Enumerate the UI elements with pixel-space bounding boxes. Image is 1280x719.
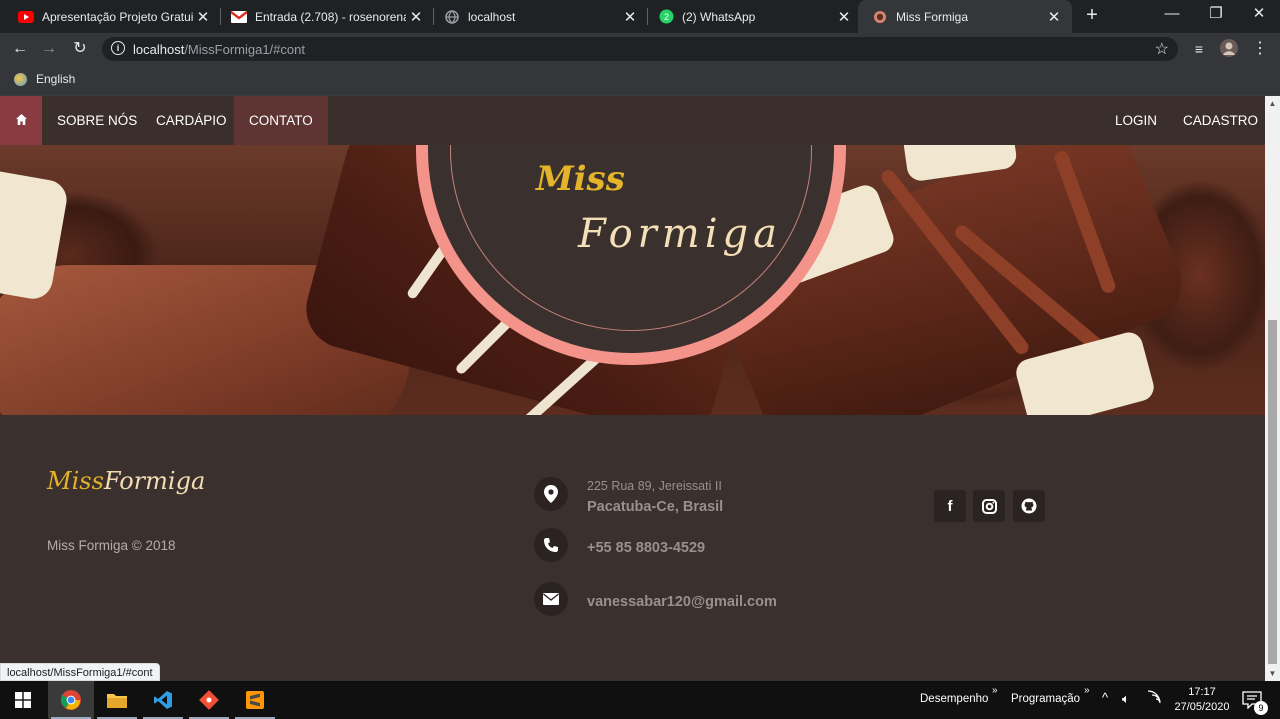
tab-youtube[interactable]: Apresentação Projeto Gratuito ✕ xyxy=(0,0,221,33)
tray-label-programacao[interactable]: Programação xyxy=(1011,693,1080,705)
instagram-icon[interactable] xyxy=(973,490,1005,522)
site-navbar: SOBRE NÓS CARDÁPIO CONTATO LOGIN CADASTR… xyxy=(0,96,1265,145)
close-tab-icon[interactable]: ✕ xyxy=(193,8,213,26)
back-button[interactable]: ← xyxy=(9,38,31,60)
home-icon[interactable] xyxy=(0,96,42,145)
vscode-icon[interactable] xyxy=(140,681,186,719)
info-icon[interactable]: i xyxy=(111,41,125,55)
close-tab-icon[interactable]: ✕ xyxy=(406,8,426,26)
hero-banner: Miss Formiga xyxy=(0,145,1265,415)
brand-word-miss: Miss xyxy=(47,467,104,495)
address-bar[interactable]: i localhost/MissFormiga1/#cont ☆ xyxy=(102,37,1178,61)
system-clock[interactable]: 17:17 27/05/2020 xyxy=(1166,685,1238,715)
chevron-right-icon: » xyxy=(992,685,998,696)
bookmark-label: English xyxy=(36,72,76,86)
notification-count-badge: 9 xyxy=(1254,701,1268,715)
tab-title: Entrada (2.708) - rosenorenan0 xyxy=(255,9,406,24)
page-viewport: SOBRE NÓS CARDÁPIO CONTATO LOGIN CADASTR… xyxy=(0,96,1265,681)
bookmark-star-icon[interactable]: ☆ xyxy=(1155,39,1169,59)
forward-button[interactable]: → xyxy=(38,38,60,60)
tray-label-desempenho[interactable]: Desempenho xyxy=(920,693,988,705)
scroll-up-arrow-icon[interactable]: ▲ xyxy=(1268,99,1277,108)
restore-button[interactable]: ❐ xyxy=(1194,0,1238,30)
address-line-2: Pacatuba-Ce, Brasil xyxy=(587,499,724,515)
nav-sobre-nos[interactable]: SOBRE NÓS xyxy=(42,96,152,145)
media-queue-icon[interactable]: ≡ xyxy=(1188,38,1210,60)
nav-cadastro[interactable]: CADASTRO xyxy=(1168,96,1265,145)
minimize-button[interactable]: — xyxy=(1150,0,1194,30)
link-status-bar: localhost/MissFormiga1/#cont xyxy=(0,663,160,681)
facebook-icon[interactable]: f xyxy=(934,490,966,522)
menu-dots-icon[interactable]: ⋮ xyxy=(1249,38,1271,60)
profile-avatar[interactable] xyxy=(1218,38,1240,60)
bookmark-english[interactable]: English xyxy=(14,72,75,86)
url-path: /MissFormiga1/#cont xyxy=(184,42,305,57)
tab-title: (2) WhatsApp xyxy=(682,9,756,24)
logo-word-bottom: Formiga xyxy=(578,211,782,257)
phone-number[interactable]: +55 85 8803-4529 xyxy=(587,540,705,556)
scrollbar-thumb[interactable] xyxy=(1268,320,1277,664)
address-line-1: 225 Rua 89, Jereissati II xyxy=(587,479,722,493)
git-gui-icon[interactable] xyxy=(186,681,232,719)
github-icon[interactable] xyxy=(1013,490,1045,522)
scroll-down-arrow-icon[interactable]: ▼ xyxy=(1268,669,1277,678)
site-favicon-icon xyxy=(872,9,888,25)
nav-cardapio[interactable]: CARDÁPIO xyxy=(141,96,242,145)
reload-button[interactable]: ↻ xyxy=(69,38,91,60)
close-tab-icon[interactable]: ✕ xyxy=(1044,8,1064,26)
bookmark-favicon-icon xyxy=(14,72,27,86)
tab-title: Miss Formiga xyxy=(896,9,969,24)
gmail-icon xyxy=(231,9,247,25)
brand-word-formiga: Formiga xyxy=(103,467,206,495)
close-window-button[interactable]: ✕ xyxy=(1237,0,1280,30)
tab-gmail[interactable]: Entrada (2.708) - rosenorenan0 ✕ xyxy=(213,0,434,33)
sublime-text-icon[interactable] xyxy=(232,681,278,719)
tab-miss-formiga[interactable]: Miss Formiga ✕ xyxy=(858,0,1072,33)
bookmarks-bar: English xyxy=(0,65,1280,96)
whatsapp-icon: 2 xyxy=(658,9,674,25)
logo-word-top: Miss xyxy=(536,159,625,199)
browser-tabbar: Apresentação Projeto Gratuito ✕ Entrada … xyxy=(0,0,1280,33)
chrome-taskbar-icon[interactable] xyxy=(48,681,94,719)
page-scrollbar[interactable]: ▲ ▼ xyxy=(1265,96,1280,681)
notification-center-icon[interactable]: 9 xyxy=(1232,681,1272,719)
nav-contato[interactable]: CONTATO xyxy=(234,96,328,145)
url-host: localhost xyxy=(133,42,185,57)
tab-localhost[interactable]: localhost ✕ xyxy=(426,0,648,33)
phone-icon xyxy=(534,528,568,562)
clock-date: 27/05/2020 xyxy=(1174,701,1230,713)
tab-title: Apresentação Projeto Gratuito xyxy=(42,9,193,24)
email-address[interactable]: vanessabar120@gmail.com xyxy=(587,594,777,610)
svg-text:2: 2 xyxy=(663,12,668,22)
nav-login[interactable]: LOGIN xyxy=(1100,96,1172,145)
close-tab-icon[interactable]: ✕ xyxy=(834,8,854,26)
chevron-right-icon: » xyxy=(1084,685,1090,696)
envelope-icon xyxy=(534,582,568,616)
new-tab-button[interactable]: + xyxy=(1082,4,1102,28)
clock-time: 17:17 xyxy=(1188,686,1216,698)
wifi-icon[interactable] xyxy=(1147,690,1161,707)
globe-icon xyxy=(444,9,460,25)
windows-taskbar: Desempenho » Programação » ^ 🔈︎ 17:17 27… xyxy=(0,681,1280,719)
show-hidden-icons-chevron-icon[interactable]: ^ xyxy=(1102,690,1108,705)
tab-title: localhost xyxy=(468,9,516,24)
windows-start-icon[interactable] xyxy=(0,681,46,719)
tab-whatsapp[interactable]: 2 (2) WhatsApp ✕ xyxy=(640,0,862,33)
footer-copyright: Miss Formiga © 2018 xyxy=(47,538,176,553)
file-explorer-icon[interactable] xyxy=(94,681,140,719)
address-url: localhost/MissFormiga1/#cont xyxy=(133,42,305,57)
map-pin-icon xyxy=(534,477,568,511)
close-tab-icon[interactable]: ✕ xyxy=(620,8,640,26)
site-footer: MissFormiga Miss Formiga © 2018 225 Rua … xyxy=(0,415,1265,681)
volume-icon[interactable]: 🔈︎ xyxy=(1122,691,1130,707)
footer-brand-logo[interactable]: MissFormiga xyxy=(47,467,205,495)
youtube-icon xyxy=(18,9,34,25)
